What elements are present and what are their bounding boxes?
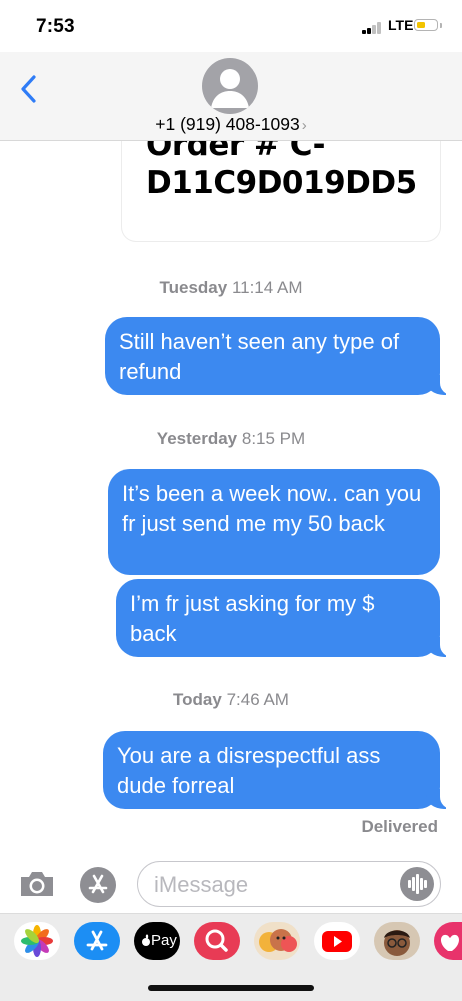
- timestamp-time: 11:14 AM: [231, 278, 303, 297]
- contact-name-button[interactable]: +1 (919) 408-1093 ›: [0, 114, 462, 135]
- camera-icon: [21, 872, 53, 896]
- chevron-left-icon: [21, 75, 36, 103]
- timestamp: Tuesday 11:14 AM: [0, 278, 462, 298]
- battery-icon: [414, 19, 438, 31]
- compose-bar: [0, 855, 462, 913]
- timestamp-time: 8:15 PM: [241, 429, 306, 448]
- message-text: It’s been a week now.. can you fr just s…: [122, 481, 422, 536]
- image-text-line: D11C9D019DD5: [146, 165, 417, 201]
- heart-app-icon: [441, 934, 459, 951]
- heart-app-button[interactable]: [434, 922, 462, 960]
- memoji-button[interactable]: [374, 922, 420, 960]
- clock: 7:53: [36, 16, 75, 37]
- search-images-button[interactable]: [194, 922, 240, 960]
- app-store-icon: [86, 930, 108, 951]
- memoji-icon: [384, 930, 410, 956]
- image-attachment[interactable]: Order # C- D11C9D019DD5: [122, 141, 440, 241]
- camera-button[interactable]: [18, 870, 56, 898]
- contact-avatar[interactable]: [202, 58, 258, 114]
- message-input[interactable]: [152, 868, 396, 902]
- timestamp-day: Today: [173, 690, 222, 709]
- timestamp-day: Tuesday: [159, 278, 228, 297]
- outgoing-message[interactable]: Still haven’t seen any type of refund: [105, 317, 454, 395]
- conversation-header: +1 (919) 408-1093 ›: [0, 52, 462, 141]
- message-text: Still haven’t seen any type of refund: [119, 329, 400, 384]
- message-text: I’m fr just asking for my $ back: [130, 591, 375, 646]
- chevron-right-icon: ›: [301, 117, 307, 134]
- battery-level: [416, 21, 425, 28]
- photos-icon: [21, 925, 53, 957]
- app-store-icon: [88, 874, 108, 894]
- message-field[interactable]: [137, 861, 441, 907]
- image-text-line: Order # C-: [146, 141, 326, 163]
- timestamp: Today 7:46 AM: [0, 690, 462, 710]
- signal-icon: [362, 22, 382, 34]
- outgoing-message[interactable]: It’s been a week now.. can you fr just s…: [108, 469, 440, 575]
- apple-pay-label: Pay: [151, 932, 177, 949]
- home-indicator[interactable]: [148, 985, 314, 991]
- person-icon: [211, 69, 249, 108]
- outgoing-message[interactable]: You are a disrespectful ass dude forreal: [103, 731, 454, 809]
- battery-cap: [440, 23, 442, 28]
- app-store-button[interactable]: [74, 922, 120, 960]
- youtube-button[interactable]: [314, 922, 360, 960]
- outgoing-message[interactable]: I’m fr just asking for my $ back: [116, 579, 454, 657]
- timestamp-day: Yesterday: [156, 429, 238, 448]
- audio-message-button[interactable]: [400, 867, 434, 901]
- message-list[interactable]: Order # C- D11C9D019DD5 Tuesday 11:14 AM…: [0, 141, 462, 851]
- back-button[interactable]: [16, 72, 44, 106]
- status-bar: 7:53 LTE: [0, 0, 462, 52]
- memoji-stickers-button[interactable]: [254, 922, 300, 960]
- timestamp: Yesterday 8:15 PM: [0, 429, 462, 449]
- memoji-stickers-icon: [259, 929, 297, 952]
- apps-button[interactable]: [80, 867, 116, 903]
- network-type: LTE: [388, 17, 414, 33]
- apple-pay-button[interactable]: Pay: [134, 922, 180, 960]
- youtube-icon: [322, 931, 352, 952]
- delivered-status: Delivered: [361, 817, 438, 836]
- message-text: You are a disrespectful ass dude forreal: [117, 743, 381, 798]
- web-search-icon: [205, 929, 228, 952]
- photos-app-button[interactable]: [14, 922, 60, 960]
- timestamp-time: 7:46 AM: [226, 690, 289, 709]
- contact-number: +1 (919) 408-1093: [155, 114, 300, 134]
